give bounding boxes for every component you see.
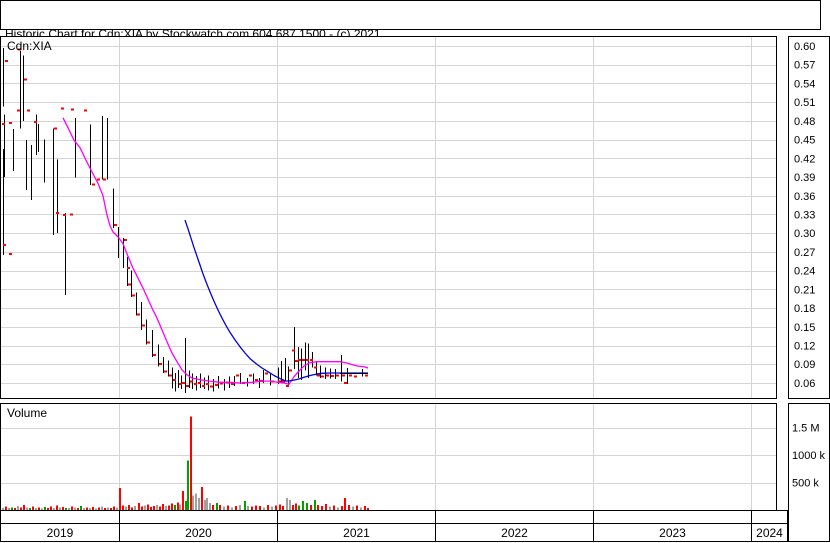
svg-text:0.12: 0.12 <box>794 341 815 353</box>
svg-text:2019: 2019 <box>47 526 74 540</box>
svg-text:500 k: 500 k <box>792 478 819 490</box>
svg-text:0.33: 0.33 <box>794 209 815 221</box>
volume-pane-label: Volume <box>7 406 48 420</box>
svg-text:2021: 2021 <box>343 526 370 540</box>
svg-text:0.48: 0.48 <box>794 116 815 128</box>
chart-canvas: 0.60 0.57 0.54 0.51 0.48 0.45 0.42 0.39 0.36 0.33… <box>0 36 830 542</box>
svg-text:0.57: 0.57 <box>794 60 815 72</box>
svg-text:0.18: 0.18 <box>794 303 815 315</box>
svg-text:0.21: 0.21 <box>794 284 815 296</box>
svg-text:0.36: 0.36 <box>794 191 815 203</box>
svg-text:2023: 2023 <box>659 526 686 540</box>
svg-text:0.51: 0.51 <box>794 97 815 109</box>
volume-pane <box>0 403 777 511</box>
svg-text:2020: 2020 <box>185 526 212 540</box>
svg-text:2024: 2024 <box>756 526 783 540</box>
stockwatch-historic-chart: Historic Chart for Cdn:XIA by Stockwatch… <box>0 0 830 543</box>
svg-text:0.54: 0.54 <box>794 78 815 90</box>
svg-text:1.5 M: 1.5 M <box>792 423 820 435</box>
svg-text:0.45: 0.45 <box>794 135 815 147</box>
price-pane <box>0 36 777 399</box>
svg-text:1000 k: 1000 k <box>792 450 826 462</box>
svg-text:0.24: 0.24 <box>794 266 815 278</box>
svg-text:0.27: 0.27 <box>794 247 815 259</box>
svg-text:0.42: 0.42 <box>794 153 815 165</box>
svg-text:0.60: 0.60 <box>794 41 815 53</box>
svg-text:2022: 2022 <box>501 526 528 540</box>
x-tick-strip <box>0 510 788 524</box>
svg-text:0.06: 0.06 <box>794 378 815 390</box>
svg-text:0.30: 0.30 <box>794 228 815 240</box>
svg-text:0.39: 0.39 <box>794 172 815 184</box>
svg-text:0.15: 0.15 <box>794 322 815 334</box>
symbol-label: Cdn:XIA <box>7 39 52 53</box>
svg-text:0.09: 0.09 <box>794 359 815 371</box>
